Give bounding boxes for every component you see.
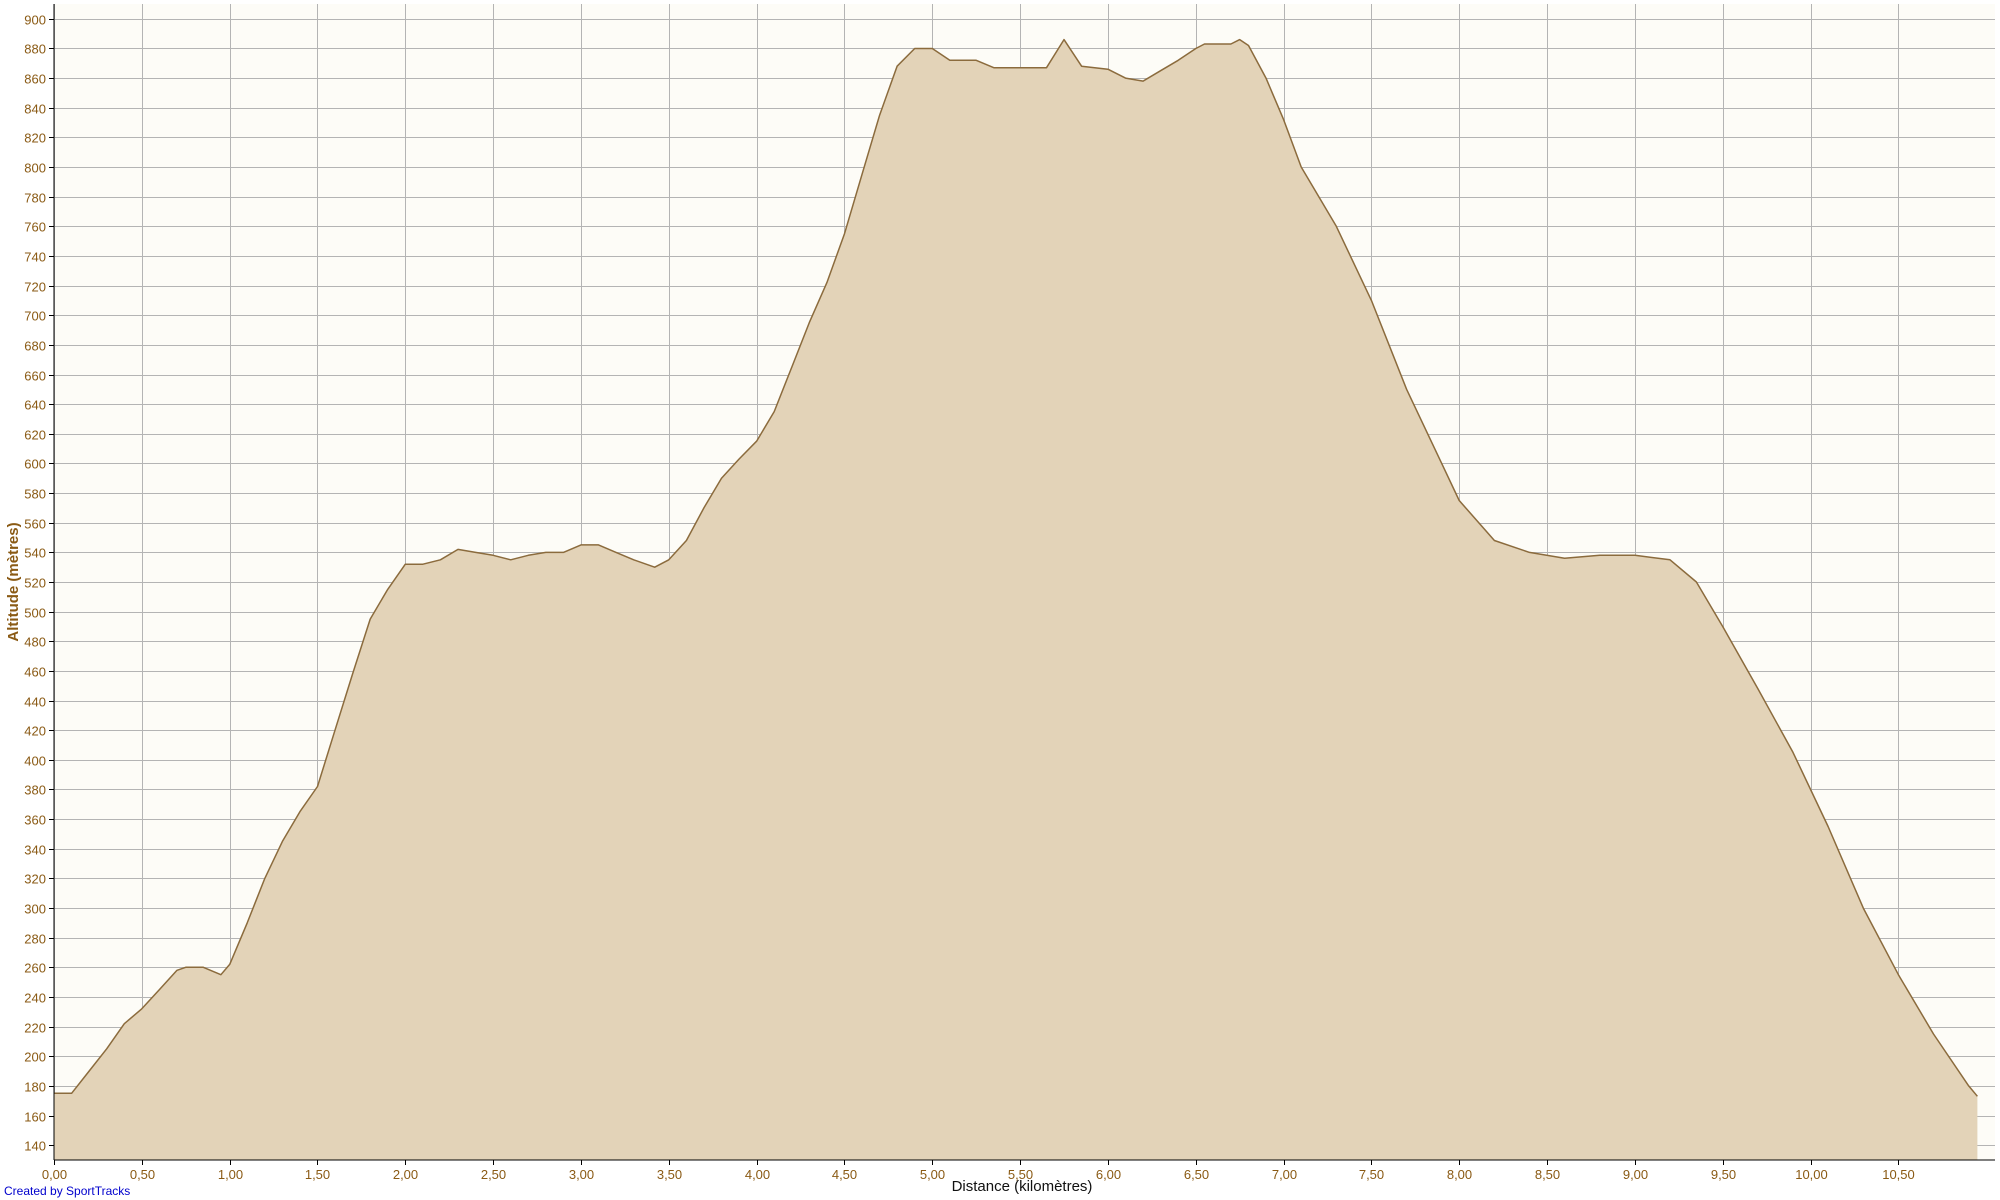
y-tick-label: 500 — [24, 606, 46, 621]
y-tick-label: 420 — [24, 724, 46, 739]
y-tick-label: 560 — [24, 517, 46, 532]
y-tick-label: 760 — [24, 220, 46, 235]
y-tick-label: 740 — [24, 250, 46, 265]
x-tick-label: 8,00 — [1447, 1167, 1472, 1182]
y-tick-label: 160 — [24, 1110, 46, 1125]
y-tick-label: 140 — [24, 1139, 46, 1154]
y-tick-label: 520 — [24, 576, 46, 591]
y-tick-label: 820 — [24, 131, 46, 146]
credit-link[interactable]: Created by SportTracks — [4, 1184, 130, 1198]
y-tick-label: 660 — [24, 369, 46, 384]
y-tick-label: 800 — [24, 161, 46, 176]
y-tick-label: 840 — [24, 102, 46, 117]
x-tick-label: 10,50 — [1882, 1167, 1915, 1182]
y-tick-label: 280 — [24, 932, 46, 947]
y-tick-label: 440 — [24, 695, 46, 710]
y-axis-title: Altitude (mètres) — [5, 522, 22, 641]
y-tick-label: 720 — [24, 280, 46, 295]
x-tick-label: 3,50 — [657, 1167, 682, 1182]
x-tick-label: 4,50 — [832, 1167, 857, 1182]
x-tick-label: 10,00 — [1795, 1167, 1828, 1182]
y-tick-label: 400 — [24, 754, 46, 769]
y-tick-label: 380 — [24, 783, 46, 798]
x-tick-label: 9,00 — [1623, 1167, 1648, 1182]
x-tick-label: 4,00 — [745, 1167, 770, 1182]
x-tick-label: 5,00 — [920, 1167, 945, 1182]
y-tick-label: 680 — [24, 339, 46, 354]
y-tick-label: 240 — [24, 991, 46, 1006]
y-tick-label: 200 — [24, 1050, 46, 1065]
x-tick-label: 0,00 — [42, 1167, 67, 1182]
x-tick-label: 3,00 — [569, 1167, 594, 1182]
y-tick-label: 320 — [24, 872, 46, 887]
x-tick-label: 1,00 — [218, 1167, 243, 1182]
y-tick-label: 360 — [24, 813, 46, 828]
y-tick-label: 540 — [24, 546, 46, 561]
x-tick-label: 2,50 — [481, 1167, 506, 1182]
y-tick-label: 180 — [24, 1080, 46, 1095]
x-tick-label: 7,50 — [1359, 1167, 1384, 1182]
x-tick-label: 1,50 — [305, 1167, 330, 1182]
x-tick-label: 8,50 — [1535, 1167, 1560, 1182]
x-tick-label: 7,00 — [1272, 1167, 1297, 1182]
y-tick-label: 600 — [24, 457, 46, 472]
x-tick-label: 0,50 — [130, 1167, 155, 1182]
chart-canvas: 140 160 180 200 220 240 260 280 300 320 340 360 380 4… — [5, 4, 1995, 1195]
y-tick-label: 700 — [24, 309, 46, 324]
x-tick-label: 6,00 — [1096, 1167, 1121, 1182]
y-tick-label: 640 — [24, 398, 46, 413]
y-tick-label: 860 — [24, 72, 46, 87]
x-tick-label: 2,00 — [393, 1167, 418, 1182]
y-tick-label: 260 — [24, 961, 46, 976]
x-axis-title: Distance (kilomètres) — [952, 1178, 1093, 1195]
x-tick-label: 6,50 — [1184, 1167, 1209, 1182]
y-tick-label: 580 — [24, 487, 46, 502]
y-tick-label: 880 — [24, 42, 46, 57]
altitude-chart: 140 160 180 200 220 240 260 280 300 320 340 360 380 4… — [0, 0, 2000, 1200]
x-tick-label: 9,50 — [1711, 1167, 1736, 1182]
y-tick-label: 620 — [24, 428, 46, 443]
y-tick-label: 300 — [24, 902, 46, 917]
y-tick-label: 460 — [24, 665, 46, 680]
y-tick-label: 340 — [24, 843, 46, 858]
y-tick-label: 780 — [24, 191, 46, 206]
y-tick-label: 220 — [24, 1021, 46, 1036]
y-tick-label: 480 — [24, 635, 46, 650]
y-tick-label: 900 — [24, 13, 46, 28]
